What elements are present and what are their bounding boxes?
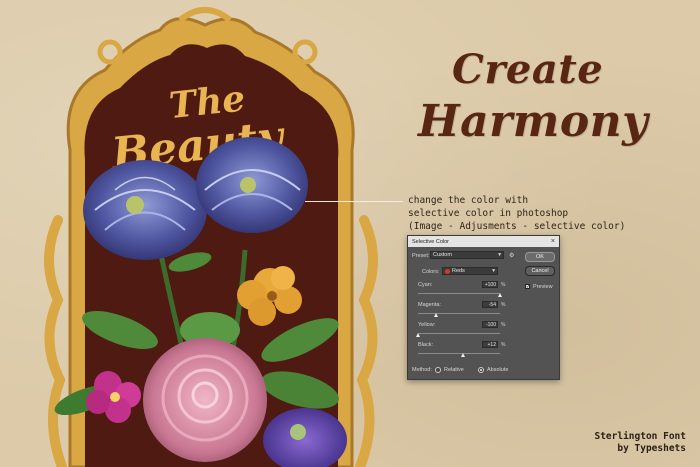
slider-unit: % bbox=[501, 322, 506, 328]
preset-select[interactable]: Custom ▾ bbox=[430, 251, 504, 259]
preview-checkbox[interactable]: ✓ bbox=[525, 284, 530, 290]
callout-text-line-1: change the color with bbox=[408, 195, 529, 206]
reds-swatch-icon bbox=[445, 268, 450, 274]
preset-value: Custom bbox=[433, 252, 452, 258]
slider-track[interactable] bbox=[418, 313, 500, 314]
slider-thumb[interactable] bbox=[415, 333, 420, 337]
slider-value-input[interactable]: -54 bbox=[482, 301, 498, 308]
credit-author: by Typeshets bbox=[617, 443, 686, 454]
slider-value-input[interactable]: +100 bbox=[482, 281, 498, 288]
relative-radio[interactable] bbox=[435, 367, 441, 373]
credit: Sterlington Font by Typeshets bbox=[594, 431, 686, 455]
callout-pointer-line bbox=[305, 201, 403, 202]
absolute-label: Absolute bbox=[487, 367, 509, 373]
dialog-title: Selective Color bbox=[412, 238, 449, 245]
relative-label: Relative bbox=[444, 367, 464, 373]
slider-unit: % bbox=[501, 342, 506, 348]
blue-peony-left bbox=[83, 160, 207, 260]
callout-text-line-3: (Image - Adjusments - selective color) bbox=[408, 221, 626, 232]
selective-color-dialog: Selective Color × Preset: Custom ▾ ⚙ Col… bbox=[407, 235, 560, 380]
slider-label: Black: bbox=[418, 342, 433, 348]
slider-thumb[interactable] bbox=[461, 353, 466, 357]
slider-label: Magenta: bbox=[418, 302, 441, 308]
slider-track[interactable] bbox=[418, 333, 500, 334]
cancel-button[interactable]: Cancel bbox=[525, 266, 555, 276]
pink-rose bbox=[143, 338, 267, 462]
slider-value-input[interactable]: +12 bbox=[482, 341, 498, 348]
floral-artwork: The Beauty bbox=[44, 7, 378, 467]
chevron-down-icon: ▾ bbox=[492, 268, 495, 274]
chevron-down-icon: ▾ bbox=[498, 252, 501, 258]
preset-label: Preset: bbox=[412, 253, 430, 259]
colors-label: Colors: bbox=[422, 269, 440, 275]
slider-unit: % bbox=[501, 302, 506, 308]
slider-track[interactable] bbox=[418, 353, 500, 354]
preview-label: Preview bbox=[533, 284, 553, 290]
preset-options-gear-icon[interactable]: ⚙ bbox=[509, 252, 514, 259]
headline-create: Create bbox=[452, 46, 604, 93]
callout-text-line-2: selective color in photoshop bbox=[408, 208, 569, 219]
colors-value: Reds bbox=[452, 268, 465, 274]
dialog-titlebar[interactable]: Selective Color × bbox=[408, 236, 559, 247]
slider-unit: % bbox=[501, 282, 506, 288]
headline-harmony: Harmony bbox=[418, 96, 649, 147]
blue-peony-right bbox=[196, 137, 308, 233]
slider-track[interactable] bbox=[418, 293, 500, 294]
colors-select[interactable]: Reds ▾ bbox=[442, 267, 498, 275]
slider-thumb[interactable] bbox=[434, 313, 439, 317]
method-label: Method: bbox=[412, 367, 432, 373]
absolute-radio[interactable] bbox=[478, 367, 484, 373]
slider-label: Cyan: bbox=[418, 282, 433, 288]
close-icon[interactable]: × bbox=[551, 238, 555, 245]
slider-value-input[interactable]: -100 bbox=[482, 321, 498, 328]
ok-button[interactable]: OK bbox=[525, 252, 555, 262]
slider-thumb[interactable] bbox=[497, 293, 502, 297]
slider-label: Yellow: bbox=[418, 322, 436, 328]
credit-font-name: Sterlington Font bbox=[594, 431, 686, 442]
